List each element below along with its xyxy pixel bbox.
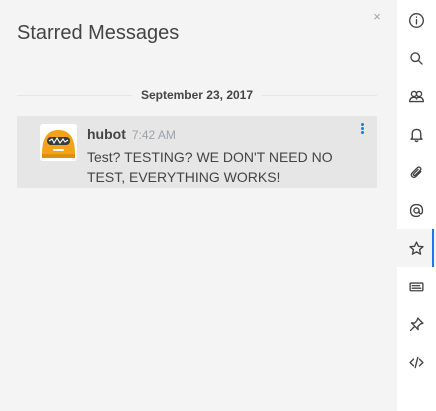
message-time: 7:42 AM — [131, 128, 176, 142]
avatar[interactable] — [40, 124, 77, 161]
username[interactable]: hubot — [87, 126, 126, 142]
keyboard-icon[interactable] — [397, 267, 436, 305]
starred-messages-panel: × Starred Messages September 23, 2017 hu… — [0, 0, 397, 411]
hubot-avatar — [40, 124, 77, 161]
message-header: hubot 7:42 AM — [87, 126, 176, 142]
close-icon[interactable]: × — [371, 10, 383, 24]
panel-title: Starred Messages — [17, 22, 180, 44]
notifications-icon[interactable] — [397, 115, 436, 153]
info-icon[interactable] — [397, 1, 436, 39]
day-divider: September 23, 2017 — [17, 87, 377, 105]
message-menu-icon[interactable] — [357, 122, 367, 138]
message-text: Test? TESTING? WE DON'T NEED NO TEST, EV… — [87, 149, 333, 185]
starred-message[interactable]: hubot 7:42 AM Test? TESTING? WE DON'T NEE… — [17, 116, 377, 188]
starred-icon[interactable] — [397, 229, 436, 267]
members-icon[interactable] — [397, 77, 436, 115]
search-icon[interactable] — [397, 39, 436, 77]
pinned-icon[interactable] — [397, 305, 436, 343]
files-icon[interactable] — [397, 153, 436, 191]
room-toolbar — [397, 0, 436, 411]
code-icon[interactable] — [397, 343, 436, 381]
divider-line — [262, 95, 377, 96]
mentions-icon[interactable] — [397, 191, 436, 229]
